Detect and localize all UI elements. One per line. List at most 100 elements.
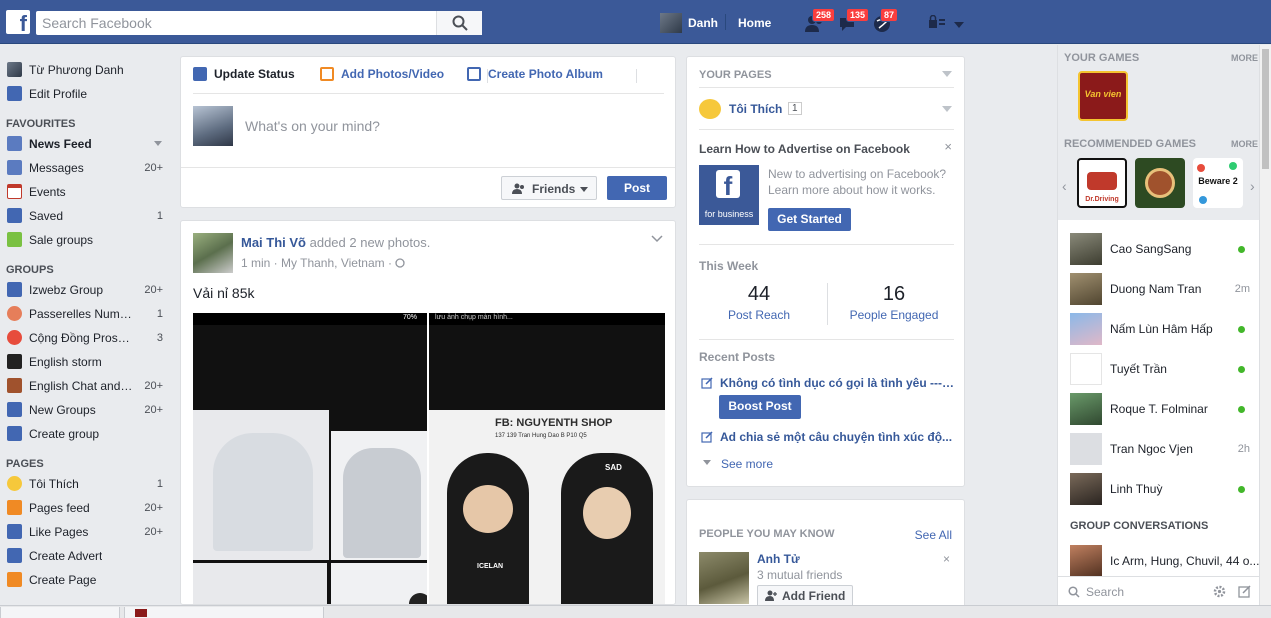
- recent-post-link[interactable]: Không có tình dục có gọi là tình yêu ---…: [699, 376, 954, 390]
- recent-post-link[interactable]: Ad chia sẻ một câu chuyện tình xúc độ...: [699, 430, 954, 444]
- more-link[interactable]: MORE: [1231, 139, 1258, 149]
- sidebar-item-group[interactable]: Cộng Đồng Prosho... 3: [6, 327, 166, 347]
- chat-contact[interactable]: Duong Nam Tran 2m: [1058, 270, 1260, 308]
- messages-button[interactable]: 135: [836, 8, 870, 36]
- see-all-link[interactable]: See All: [915, 528, 952, 542]
- friend-requests-button[interactable]: 258: [802, 8, 836, 36]
- search-input[interactable]: [36, 11, 436, 35]
- more-link[interactable]: MORE: [1231, 53, 1258, 63]
- sidebar-item-group[interactable]: Passerelles Numéri... 1: [6, 303, 166, 323]
- avatar[interactable]: [699, 552, 749, 604]
- page-scrollbar[interactable]: [1259, 45, 1271, 605]
- game-tile[interactable]: Beware 2: [1193, 158, 1243, 208]
- chevron-down-icon[interactable]: [942, 106, 952, 112]
- chat-search-bar[interactable]: Search: [1058, 576, 1260, 606]
- sidebar-item-profile[interactable]: Từ Phương Danh: [6, 59, 166, 79]
- chevron-down-icon[interactable]: [651, 235, 663, 243]
- game-tile[interactable]: Dr.Driving: [1077, 158, 1127, 208]
- planet-icon: [7, 306, 22, 321]
- audience-selector[interactable]: Friends: [501, 176, 597, 200]
- audience-label: Friends: [532, 182, 576, 196]
- chat-contact[interactable]: Tran Ngoc Vjen 2h: [1058, 430, 1260, 468]
- taskbar-tab[interactable]: [0, 607, 120, 618]
- gear-icon[interactable]: [1213, 585, 1226, 598]
- avatar[interactable]: [193, 233, 233, 273]
- story-photo[interactable]: 70%: [193, 313, 427, 604]
- sidebar-item-create-page[interactable]: Create Page: [6, 569, 166, 589]
- story-author[interactable]: Mai Thi Võ: [241, 235, 306, 250]
- boost-post-button[interactable]: Boost Post: [719, 395, 801, 419]
- privacy-shortcuts-button[interactable]: [928, 14, 946, 32]
- taskbar-tab[interactable]: [124, 607, 324, 618]
- sidebar-item-page[interactable]: Tôi Thích 1: [6, 473, 166, 493]
- get-started-button[interactable]: Get Started: [768, 208, 851, 231]
- divider: [193, 93, 664, 94]
- close-icon[interactable]: ×: [944, 139, 952, 154]
- chat-contact[interactable]: Linh Thuỳ: [1058, 470, 1260, 508]
- sidebar-item-label: English Chat and ...: [29, 379, 133, 393]
- home-link[interactable]: Home: [738, 16, 771, 30]
- tab-add-photos[interactable]: Add Photos/Video: [341, 67, 444, 81]
- notifications-button[interactable]: 87: [870, 8, 899, 36]
- new-message-icon[interactable]: [1238, 585, 1251, 598]
- group-conversation[interactable]: Ic Arm, Hung, Chuvil, 44 o...: [1058, 542, 1260, 580]
- sidebar-item-edit-profile[interactable]: Edit Profile: [6, 83, 166, 103]
- chevron-left-icon[interactable]: ‹: [1062, 178, 1067, 194]
- sidebar-item-label: Pages feed: [29, 501, 90, 515]
- advertise-title[interactable]: Learn How to Advertise on Facebook: [699, 142, 910, 156]
- sidebar-item-count: 3: [156, 332, 163, 344]
- sidebar-item-label: New Groups: [29, 403, 96, 417]
- facebook-logo[interactable]: f: [6, 10, 30, 34]
- contact-name: Linh Thuỳ: [1110, 482, 1163, 496]
- sidebar-item-pages-feed[interactable]: Pages feed 20+: [6, 497, 166, 517]
- sidebar-item-create-group[interactable]: Create group: [6, 423, 166, 443]
- sidebar-item-news-feed[interactable]: News Feed: [6, 133, 166, 153]
- lock-icon: [929, 14, 945, 28]
- sidebar-item-sale-groups[interactable]: Sale groups: [6, 229, 166, 249]
- chevron-down-icon[interactable]: [942, 71, 952, 77]
- pymk-name[interactable]: Anh Tử: [757, 552, 800, 566]
- page-name[interactable]: Tôi Thích: [729, 102, 782, 116]
- contact-name: Duong Nam Tran: [1110, 282, 1202, 296]
- see-more-link[interactable]: See more: [721, 457, 773, 471]
- tab-update-status[interactable]: Update Status: [214, 67, 295, 81]
- post-reach-value: 44: [747, 283, 771, 305]
- chat-contact[interactable]: Nấm Lùn Hâm Hấp: [1058, 310, 1260, 348]
- scrollbar-thumb[interactable]: [1262, 49, 1269, 169]
- chat-contact[interactable]: Tuyết Trần: [1058, 350, 1260, 388]
- sidebar-item-saved[interactable]: Saved 1: [6, 205, 166, 225]
- search-button[interactable]: [436, 11, 482, 35]
- your-games-header: YOUR GAMES: [1064, 52, 1140, 64]
- chat-search-input[interactable]: Search: [1086, 585, 1124, 599]
- people-engaged-stat[interactable]: 16 People Engaged: [830, 283, 958, 322]
- pencil-icon: [193, 67, 207, 81]
- sidebar-item-events[interactable]: Events: [6, 181, 166, 201]
- status-input[interactable]: What's on your mind?: [245, 118, 380, 134]
- sidebar-item-messages[interactable]: Messages 20+: [6, 157, 166, 177]
- sidebar-item-new-groups[interactable]: New Groups 20+: [6, 399, 166, 419]
- tab-create-album[interactable]: Create Photo Album: [488, 67, 603, 81]
- sidebar-item-group[interactable]: Izwebz Group 20+: [6, 279, 166, 299]
- close-icon[interactable]: ×: [943, 552, 950, 566]
- post-button[interactable]: Post: [607, 176, 667, 200]
- recent-post-text: Ad chia sẻ một câu chuyện tình xúc độ...: [720, 430, 953, 444]
- chat-contact[interactable]: Cao SangSang: [1058, 230, 1260, 268]
- story-header: Mai Thi Võ added 2 new photos.: [241, 235, 430, 250]
- advertise-description: New to advertising on Facebook? Learn mo…: [768, 167, 947, 197]
- story-photo[interactable]: lưu ảnh chụp màn hình... FB: NGUYENTH SH…: [429, 313, 665, 604]
- account-menu-button[interactable]: [953, 18, 965, 32]
- mutual-friends[interactable]: 3 mutual friends: [757, 568, 842, 582]
- post-reach-stat[interactable]: 44 Post Reach: [695, 283, 823, 322]
- add-friend-button[interactable]: Add Friend: [757, 585, 853, 607]
- game-tile[interactable]: [1135, 158, 1185, 208]
- sidebar-item-group[interactable]: English storm: [6, 351, 166, 371]
- game-tile[interactable]: Van vien: [1078, 71, 1128, 121]
- sidebar-item-group[interactable]: English Chat and ... 20+: [6, 375, 166, 395]
- sidebar-item-create-advert[interactable]: Create Advert: [6, 545, 166, 565]
- chevron-right-icon[interactable]: ›: [1250, 178, 1255, 194]
- divider: [699, 244, 954, 245]
- story-timestamp[interactable]: 1 min · My Thanh, Vietnam ·: [241, 256, 392, 270]
- chevron-down-icon[interactable]: [154, 141, 162, 146]
- chat-contact[interactable]: Roque T. Folminar: [1058, 390, 1260, 428]
- sidebar-item-like-pages[interactable]: Like Pages 20+: [6, 521, 166, 541]
